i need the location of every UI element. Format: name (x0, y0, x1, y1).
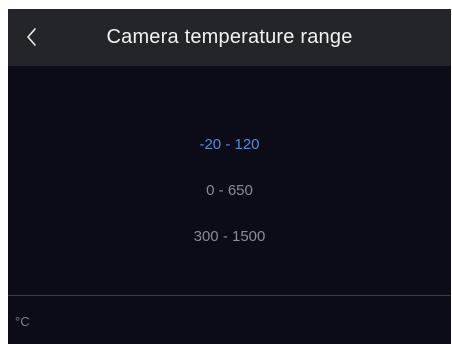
settings-screen: Camera temperature range -20 - 120 0 - 6… (8, 9, 451, 344)
range-option-minus20-120[interactable]: -20 - 120 (8, 122, 451, 168)
divider (8, 295, 451, 296)
range-option-0-650[interactable]: 0 - 650 (8, 168, 451, 214)
temperature-unit-label[interactable]: °C (15, 314, 30, 329)
header-bar: Camera temperature range (8, 9, 451, 66)
temperature-range-list: -20 - 120 0 - 650 300 - 1500 (8, 122, 451, 260)
range-option-300-1500[interactable]: 300 - 1500 (8, 214, 451, 260)
page-title: Camera temperature range (106, 26, 353, 48)
